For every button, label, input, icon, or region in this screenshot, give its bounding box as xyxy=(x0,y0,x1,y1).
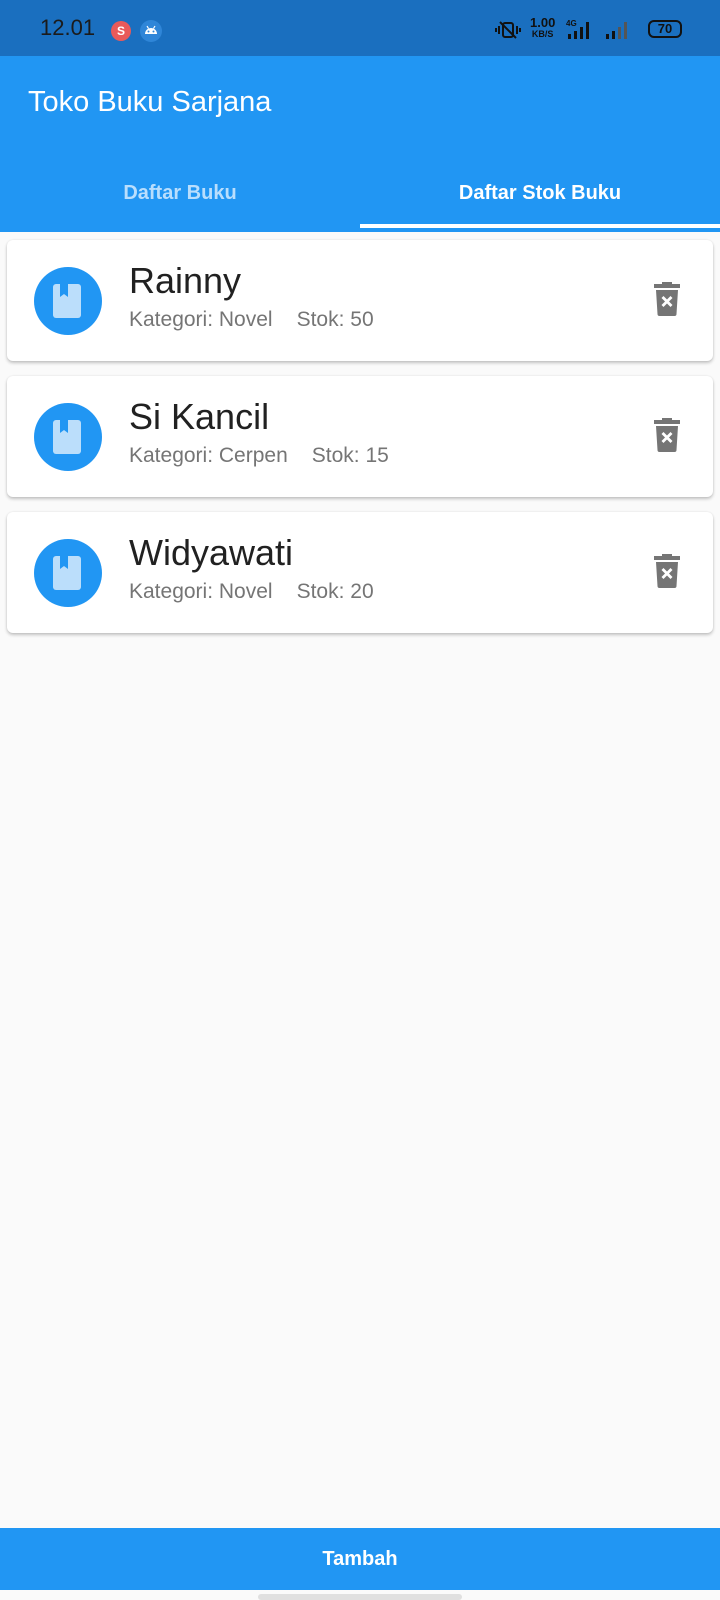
book-avatar xyxy=(34,539,102,607)
book-stock: Stok: 20 xyxy=(296,580,374,603)
signal-icon xyxy=(606,22,627,39)
network-speed-value: 1.00 xyxy=(530,15,556,30)
book-icon xyxy=(53,420,81,454)
tab-bar: Daftar Buku Daftar Stok Buku xyxy=(0,168,720,232)
book-icon xyxy=(53,556,81,590)
network-type-label: 4G xyxy=(566,19,577,28)
home-indicator[interactable] xyxy=(258,1594,462,1600)
delete-forever-icon[interactable] xyxy=(654,418,680,452)
book-meta: Kategori: Novel Stok: 20 xyxy=(129,580,374,604)
status-time: 12.01 xyxy=(40,15,96,40)
book-stock: Stok: 15 xyxy=(311,444,389,467)
signal-4g-icon: 4G xyxy=(566,19,589,39)
tab-label: Daftar Buku xyxy=(123,182,237,204)
book-meta: Kategori: Cerpen Stok: 15 xyxy=(129,444,389,468)
book-title: Si Kancil xyxy=(129,396,270,437)
app-bar: Toko Buku Sarjana Daftar Buku Daftar Sto… xyxy=(0,56,720,232)
battery-icon: 70 xyxy=(648,20,682,38)
app-title: Toko Buku Sarjana xyxy=(28,86,272,118)
book-title: Rainny xyxy=(129,260,242,301)
status-bar: 12.01 S 1.00 KB/S 4G 70 xyxy=(0,0,720,56)
tab-daftar-buku[interactable]: Daftar Buku xyxy=(0,168,360,232)
list-item[interactable]: Si Kancil Kategori: Cerpen Stok: 15 xyxy=(7,376,713,497)
tambah-button[interactable]: Tambah xyxy=(0,1528,720,1590)
book-avatar xyxy=(34,267,102,335)
status-icons: 1.00 KB/S 4G 70 xyxy=(480,0,720,56)
book-meta: Kategori: Novel Stok: 50 xyxy=(129,308,374,332)
network-speed: 1.00 KB/S xyxy=(530,15,556,39)
vibrate-mute-icon xyxy=(495,21,521,39)
book-category: Kategori: Cerpen xyxy=(129,444,288,467)
network-speed-unit: KB/S xyxy=(531,29,554,39)
tab-daftar-stok-buku[interactable]: Daftar Stok Buku xyxy=(360,168,720,232)
list-item[interactable]: Rainny Kategori: Novel Stok: 50 xyxy=(7,240,713,361)
list-item[interactable]: Widyawati Kategori: Novel Stok: 20 xyxy=(7,512,713,633)
delete-forever-icon[interactable] xyxy=(654,554,680,588)
book-category: Kategori: Novel xyxy=(129,580,273,603)
tab-indicator xyxy=(360,224,720,228)
book-avatar xyxy=(34,403,102,471)
book-category: Kategori: Novel xyxy=(129,308,273,331)
book-title: Widyawati xyxy=(129,532,294,573)
delete-forever-icon[interactable] xyxy=(654,282,680,316)
android-icon xyxy=(140,20,162,42)
book-stock: Stok: 50 xyxy=(296,308,374,331)
book-stock-list: Rainny Kategori: Novel Stok: 50 Si Kancil… xyxy=(7,240,713,648)
tab-label: Daftar Stok Buku xyxy=(458,182,622,204)
notification-s-icon: S xyxy=(111,21,131,41)
book-icon xyxy=(53,284,81,318)
